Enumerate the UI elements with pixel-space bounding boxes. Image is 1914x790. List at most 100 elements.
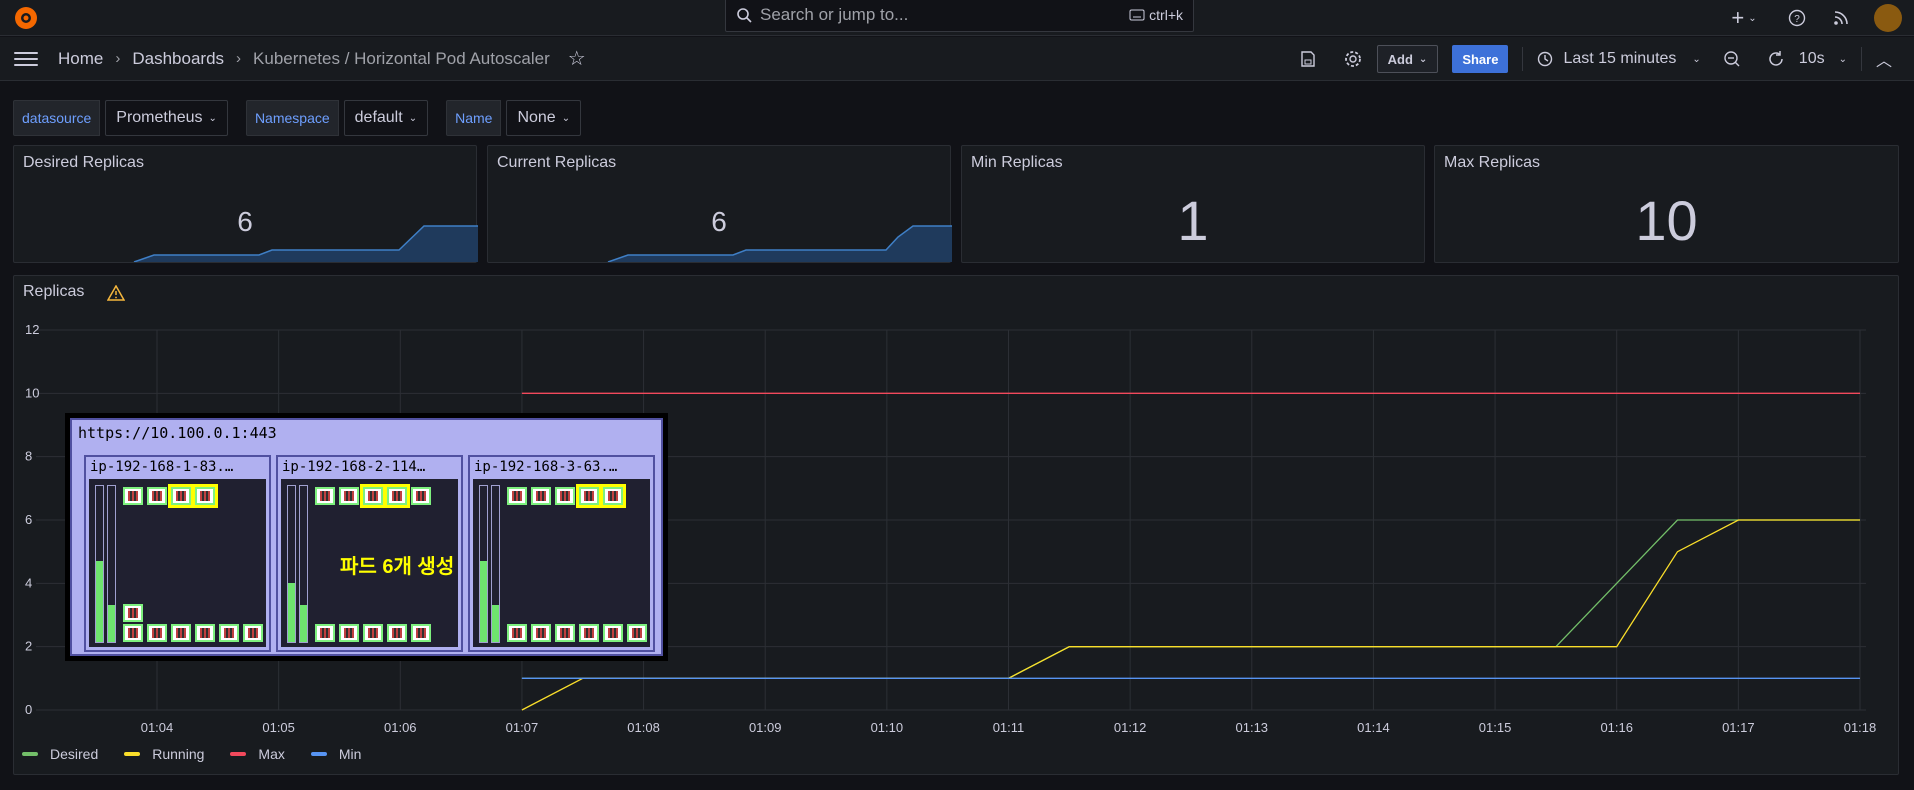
pod-new[interactable] xyxy=(384,484,410,508)
top-bar: Search or jump to... ctrl+k + ⌄ ? xyxy=(0,0,1914,36)
pod[interactable] xyxy=(579,624,599,642)
time-range-picker[interactable]: Last 15 minutes ⌄ xyxy=(1537,50,1701,68)
pod[interactable] xyxy=(507,487,527,505)
chevron-down-icon: ⌄ xyxy=(1692,53,1701,65)
favorite-star-icon[interactable]: ☆ xyxy=(568,46,586,71)
sparkline xyxy=(607,225,952,262)
search-shortcut: ctrl+k xyxy=(1129,7,1183,23)
variable-label: Namespace xyxy=(245,100,339,136)
pod[interactable] xyxy=(195,624,215,642)
legend-item-desired[interactable]: Desired xyxy=(22,746,98,762)
pod[interactable] xyxy=(315,624,335,642)
name-select[interactable]: None ⌄ xyxy=(506,100,582,136)
toolbar-divider xyxy=(1522,47,1524,71)
pod[interactable] xyxy=(339,624,359,642)
breadcrumb-separator-icon: › xyxy=(115,50,121,67)
pod[interactable] xyxy=(147,624,167,642)
pod[interactable] xyxy=(363,624,383,642)
legend-label: Running xyxy=(152,746,205,762)
cpu-gauge xyxy=(479,485,488,643)
pod[interactable] xyxy=(507,624,527,642)
pod[interactable] xyxy=(411,624,431,642)
pod[interactable] xyxy=(555,624,575,642)
breadcrumb-dashboards[interactable]: Dashboards xyxy=(132,49,224,69)
settings-gear-icon[interactable] xyxy=(1343,49,1363,69)
legend-swatch xyxy=(230,752,247,756)
node-body xyxy=(473,479,650,647)
pod[interactable] xyxy=(603,624,623,642)
datasource-select[interactable]: Prometheus ⌄ xyxy=(105,100,228,136)
pod[interactable] xyxy=(315,487,335,505)
stat-panel-min[interactable]: Min Replicas 1 xyxy=(961,145,1425,263)
warning-icon[interactable] xyxy=(107,285,125,301)
zoom-out-icon[interactable] xyxy=(1723,50,1741,68)
new-menu-button[interactable]: + ⌄ xyxy=(1724,5,1764,30)
refresh-icon[interactable] xyxy=(1767,50,1785,68)
pod[interactable] xyxy=(531,624,551,642)
panel-title: Replicas xyxy=(23,283,85,300)
add-button-label: Add xyxy=(1387,51,1413,67)
save-icon[interactable] xyxy=(1299,50,1317,68)
stat-panel-current[interactable]: Current Replicas 6 xyxy=(487,145,952,263)
pod-new[interactable] xyxy=(168,484,194,508)
pod-new[interactable] xyxy=(576,484,602,508)
pod[interactable] xyxy=(171,624,191,642)
panel-title: Current Replicas xyxy=(497,154,617,171)
memory-gauge xyxy=(299,485,308,643)
share-button[interactable]: Share xyxy=(1452,45,1509,73)
pod[interactable] xyxy=(411,487,431,505)
pod[interactable] xyxy=(555,487,575,505)
refresh-interval-picker[interactable]: 10s ⌄ xyxy=(1799,50,1847,68)
grafana-logo-icon[interactable] xyxy=(12,4,40,32)
user-avatar[interactable] xyxy=(1874,4,1902,32)
pod[interactable] xyxy=(147,487,167,505)
pod[interactable] xyxy=(339,487,359,505)
node-1[interactable]: ip-192-168-1-83.… xyxy=(84,455,271,652)
node-3[interactable]: ip-192-168-3-63.… xyxy=(468,455,655,652)
search-input[interactable]: Search or jump to... ctrl+k xyxy=(725,0,1194,32)
add-button[interactable]: Add ⌄ xyxy=(1376,45,1439,73)
pod[interactable] xyxy=(387,624,407,642)
memory-gauge xyxy=(107,485,116,643)
chevron-down-icon: ⌄ xyxy=(1418,53,1428,65)
namespace-select[interactable]: default ⌄ xyxy=(343,100,429,136)
news-button[interactable] xyxy=(1830,7,1852,29)
pod[interactable] xyxy=(219,624,239,642)
variable-name: Name None ⌄ xyxy=(446,100,582,136)
pod[interactable] xyxy=(243,624,263,642)
pod[interactable] xyxy=(627,624,647,642)
search-icon xyxy=(737,8,752,23)
help-button[interactable]: ? xyxy=(1786,7,1808,29)
variable-value: default xyxy=(354,109,403,126)
chevron-up-icon[interactable]: ︿ xyxy=(1876,47,1892,71)
breadcrumb-home[interactable]: Home xyxy=(58,49,103,69)
legend-item-running[interactable]: Running xyxy=(124,746,204,762)
toolbar-divider xyxy=(1860,47,1862,71)
keyboard-icon xyxy=(1129,9,1145,21)
cpu-gauge xyxy=(287,485,296,643)
pod[interactable] xyxy=(123,487,143,505)
node-name: ip-192-168-3-63.… xyxy=(474,459,618,475)
chart-legend: Desired Running Max Min xyxy=(22,746,361,762)
refresh-interval-label: 10s xyxy=(1798,50,1825,67)
sparkline xyxy=(133,225,478,262)
stat-panel-max[interactable]: Max Replicas 10 xyxy=(1434,145,1899,263)
stat-value: 1 xyxy=(1177,189,1209,252)
pod-new[interactable] xyxy=(192,484,218,508)
pod[interactable] xyxy=(123,624,143,642)
cluster-view-overlay: https://10.100.0.1:443 ip-192-168-1-83.…… xyxy=(65,413,668,661)
pod-new[interactable] xyxy=(360,484,386,508)
legend-swatch xyxy=(124,752,141,756)
legend-item-max[interactable]: Max xyxy=(230,746,285,762)
variable-datasource: datasource Prometheus ⌄ xyxy=(13,100,228,136)
stat-panel-desired[interactable]: Desired Replicas 6 xyxy=(13,145,478,263)
pod[interactable] xyxy=(123,604,143,622)
pod-new[interactable] xyxy=(600,484,626,508)
legend-label: Max xyxy=(258,746,285,762)
template-variables: datasource Prometheus ⌄ Namespace defaul… xyxy=(13,100,599,136)
chevron-down-icon: ⌄ xyxy=(208,112,217,124)
menu-toggle-icon[interactable] xyxy=(14,47,38,71)
pod[interactable] xyxy=(531,487,551,505)
legend-item-min[interactable]: Min xyxy=(310,746,361,762)
panel-title: Desired Replicas xyxy=(23,154,144,171)
